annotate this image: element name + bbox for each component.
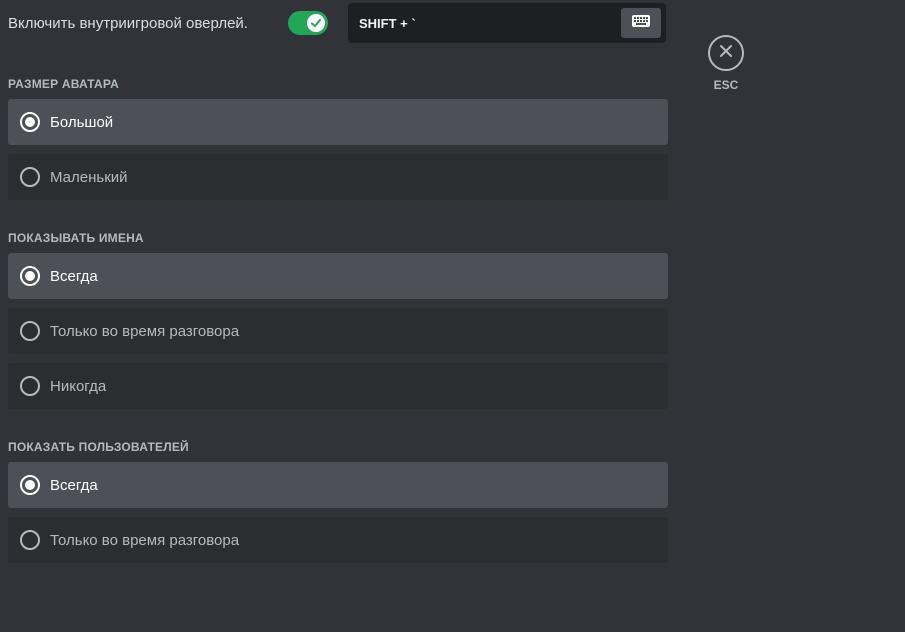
close-icon xyxy=(719,44,733,63)
overlay-toggle[interactable] xyxy=(288,11,328,35)
close-button[interactable] xyxy=(708,35,744,71)
show-users-title: ПОКАЗАТЬ ПОЛЬЗОВАТЕЛЕЙ xyxy=(8,440,189,454)
option-label: Никогда xyxy=(50,377,107,395)
show-users-option-always[interactable]: Всегда xyxy=(8,462,668,508)
radio-empty-icon xyxy=(20,530,40,550)
option-label: Большой xyxy=(50,113,114,131)
show-names-option-speaking[interactable]: Только во время разговора xyxy=(8,308,668,354)
keybind-value: SHIFT + ` xyxy=(359,16,416,31)
option-label: Только во время разговора xyxy=(50,531,240,549)
radio-empty-icon xyxy=(20,321,40,341)
show-names-option-never[interactable]: Никогда xyxy=(8,363,668,409)
radio-empty-icon xyxy=(20,167,40,187)
keyboard-icon xyxy=(631,14,651,33)
option-label: Всегда xyxy=(50,267,98,285)
check-icon xyxy=(307,14,325,32)
edit-keybind-button[interactable] xyxy=(621,8,661,38)
overlay-enable-label: Включить внутриигровой оверлей. xyxy=(8,15,248,32)
option-label: Только во время разговора xyxy=(50,322,240,340)
option-label: Маленький xyxy=(50,168,128,186)
option-label: Всегда xyxy=(50,476,98,494)
radio-empty-icon xyxy=(20,376,40,396)
close-settings: ESC xyxy=(708,35,744,92)
show-names-title: ПОКАЗЫВАТЬ ИМЕНА xyxy=(8,231,144,245)
overlay-keybind-field[interactable]: SHIFT + ` xyxy=(348,3,666,43)
radio-selected-icon xyxy=(20,266,40,286)
overlay-settings-panel: Включить внутриигровой оверлей. SHIFT + … xyxy=(0,0,905,632)
radio-selected-icon xyxy=(20,112,40,132)
avatar-size-option-large[interactable]: Большой xyxy=(8,99,668,145)
show-names-option-always[interactable]: Всегда xyxy=(8,253,668,299)
radio-selected-icon xyxy=(20,475,40,495)
show-users-option-speaking[interactable]: Только во время разговора xyxy=(8,517,668,563)
avatar-size-option-small[interactable]: Маленький xyxy=(8,154,668,200)
esc-label: ESC xyxy=(713,78,739,92)
avatar-size-title: РАЗМЕР АВАТАРА xyxy=(8,77,119,91)
